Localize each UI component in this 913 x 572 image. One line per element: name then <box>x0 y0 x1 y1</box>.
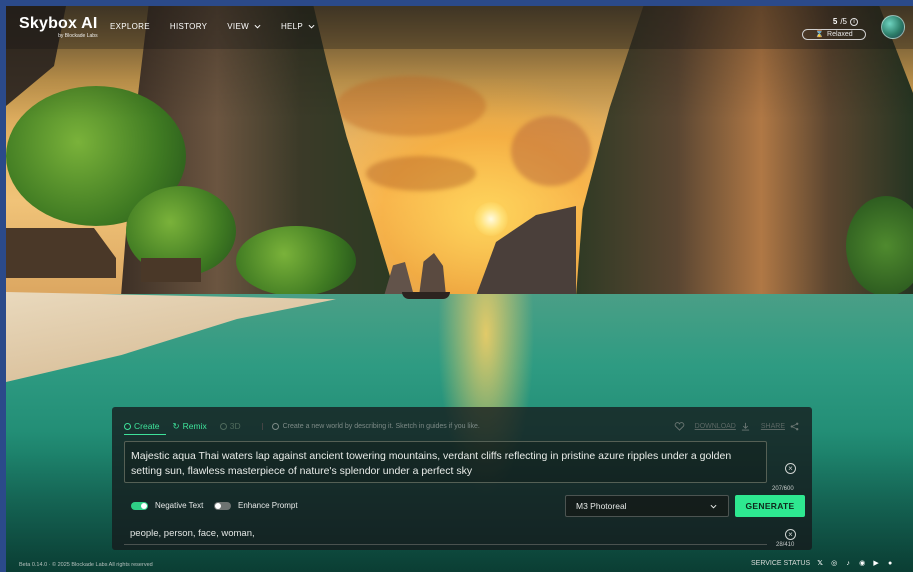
panel-tabs: Create ↻ Remix 3D Create a new world by … <box>124 419 800 435</box>
credits-widget[interactable]: 5/5 i ⌛ Relaxed <box>802 17 866 40</box>
app-frame: Skybox AI by Blockade Labs EXPLORE HISTO… <box>6 6 913 572</box>
create-hint-text: Create a new world by describing it. Ske… <box>282 422 480 430</box>
nav-help-label: HELP <box>280 22 304 31</box>
info-icon <box>271 422 279 430</box>
footer-copyright: Beta 0.14.0 · © 2025 Blockade Labs All r… <box>19 562 153 568</box>
remix-icon: ↻ <box>172 420 180 431</box>
negative-text-toggle[interactable] <box>131 501 148 510</box>
nav-explore[interactable]: EXPLORE <box>110 22 150 31</box>
prompt-char-counter: 207/600 <box>772 486 794 492</box>
active-tab-indicator <box>124 434 166 435</box>
footer-links: SERVICE STATUS 𝕏 ◎ ♪ ◉ ▶ ● <box>751 559 894 568</box>
plus-circle-icon <box>124 422 131 430</box>
prompt-input[interactable]: Majestic aqua Thai waters lap against an… <box>124 441 767 483</box>
negative-text-input[interactable]: people, person, face, woman, <box>124 521 767 545</box>
service-status-link[interactable]: SERVICE STATUS <box>751 560 810 567</box>
tiktok-icon[interactable]: ♪ <box>844 559 852 567</box>
clear-negative-button[interactable]: × <box>785 529 796 540</box>
info-icon[interactable]: i <box>850 17 858 26</box>
brand-byline: by Blockade Labs <box>58 33 98 39</box>
hourglass-icon: ⌛ <box>815 31 825 38</box>
credits-used: 5 <box>832 17 838 26</box>
youtube-icon[interactable]: ▶ <box>872 559 880 567</box>
nav-view[interactable]: VIEW <box>227 22 261 31</box>
nav-history-label: HISTORY <box>169 22 208 31</box>
relaxed-mode-badge[interactable]: ⌛ Relaxed <box>802 29 866 40</box>
instagram-icon[interactable]: ◎ <box>830 559 838 567</box>
relaxed-mode-label: Relaxed <box>827 31 853 38</box>
enhance-prompt-toggle-group: Enhance Prompt <box>214 501 298 510</box>
prompt-controls: Negative Text Enhance Prompt M3 Photorea… <box>124 495 805 517</box>
panel-actions: DOWNLOAD SHARE <box>674 421 800 431</box>
heart-icon <box>674 421 684 431</box>
reddit-icon[interactable]: ● <box>886 559 894 567</box>
nav-explore-label: EXPLORE <box>110 22 150 31</box>
credits-total: /5 <box>840 17 847 26</box>
share-button[interactable]: SHARE <box>761 422 800 431</box>
chevron-down-icon <box>254 24 261 29</box>
tab-3d[interactable]: 3D <box>219 421 241 431</box>
chevron-down-icon <box>308 24 315 29</box>
negative-text-value: people, person, face, woman, <box>130 528 255 539</box>
tab-3d-label: 3D <box>229 421 241 431</box>
user-avatar[interactable] <box>881 15 905 39</box>
discord-icon[interactable]: ◉ <box>858 559 866 567</box>
download-icon <box>741 422 749 431</box>
style-select-value: M3 Photoreal <box>576 501 627 511</box>
enhance-prompt-toggle[interactable] <box>214 501 231 510</box>
generate-button[interactable]: GENERATE <box>735 495 805 517</box>
negative-char-counter: 28/410 <box>776 542 795 548</box>
tab-create-label: Create <box>134 421 160 431</box>
x-icon[interactable]: 𝕏 <box>816 559 824 567</box>
tab-remix[interactable]: ↻ Remix <box>173 421 207 432</box>
prompt-text: Majestic aqua Thai waters lap against an… <box>131 450 732 477</box>
enhance-prompt-label: Enhance Prompt <box>238 501 298 510</box>
negative-text-label: Negative Text <box>155 501 204 510</box>
favorite-button[interactable] <box>674 421 685 431</box>
nav-history[interactable]: HISTORY <box>170 22 207 31</box>
nav-view-label: VIEW <box>227 22 249 31</box>
download-button[interactable]: DOWNLOAD <box>695 422 751 431</box>
tab-create[interactable]: Create <box>124 421 166 435</box>
tab-remix-label: Remix <box>182 421 207 431</box>
cube-icon <box>219 422 227 430</box>
negative-text-toggle-group: Negative Text <box>131 501 203 510</box>
brand-name: Skybox AI <box>19 15 98 32</box>
create-hint: Create a new world by describing it. Ske… <box>261 422 480 430</box>
share-icon <box>790 422 799 430</box>
clear-prompt-button[interactable]: × <box>785 463 796 474</box>
credits-count: 5/5 i <box>802 17 866 26</box>
top-navigation: Skybox AI by Blockade Labs EXPLORE HISTO… <box>6 6 913 49</box>
download-label: DOWNLOAD <box>694 422 736 430</box>
logo[interactable]: Skybox AI by Blockade Labs <box>19 15 98 40</box>
nav-help[interactable]: HELP <box>281 22 315 31</box>
main-nav: EXPLORE HISTORY VIEW HELP <box>110 22 335 31</box>
style-select[interactable]: M3 Photoreal <box>565 495 729 517</box>
chevron-down-icon <box>710 504 717 509</box>
prompt-panel: Create ↻ Remix 3D Create a new world by … <box>112 407 812 550</box>
share-label: SHARE <box>760 422 785 430</box>
